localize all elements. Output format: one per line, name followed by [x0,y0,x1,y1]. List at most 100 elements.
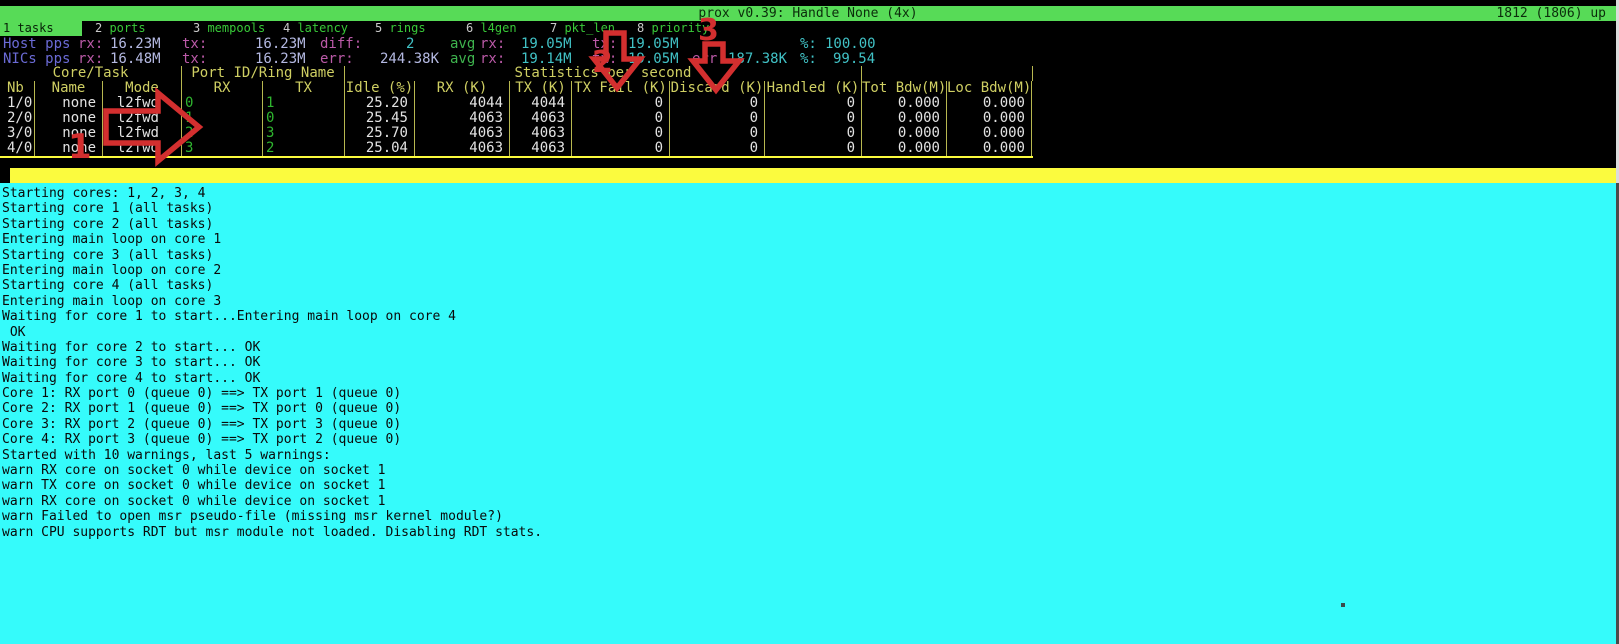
table-cell: 0.000 [947,126,1032,141]
log-line: Waiting for core 4 to start... OK [0,371,1616,386]
table-cell: 25.04 [345,141,415,156]
log-line: Entering main loop on core 2 [0,263,1616,278]
group-header-cell: Core/Task [0,66,182,81]
tab-priority[interactable]: 8 priority [637,21,709,36]
table-header-row: NbNameModeRXTXIdle (%)RX (K)TX (K)TX Fai… [0,81,1033,96]
log-line: Waiting for core 3 to start... OK [0,355,1616,370]
stat-segment: rx: [78,37,103,52]
table-cell: 4063 [510,141,572,156]
table-cell: 0.000 [862,96,947,111]
log-output: Starting cores: 1, 2, 3, 4Starting core … [0,183,1616,644]
tab-label: rings [382,21,425,35]
table-cell: none [35,141,103,156]
stat-segment: diff: [320,37,362,52]
table-cell: 2 [263,141,345,156]
table-cell: 0.000 [947,111,1032,126]
divider-bar [0,168,1616,183]
table-cell: 0 [670,141,765,156]
tab-bar: 1 tasks 2 ports 3 mempools 4 latency 5 rings… [0,21,1616,36]
column-header-cell: Mode [103,81,182,96]
stat-segment: tx: [182,52,207,67]
table-cell: none [35,111,103,126]
group-header-cell [862,66,1033,81]
table-cell: 4063 [510,126,572,141]
table-cell: 3 [182,141,263,156]
tab-rings[interactable]: 5 rings [375,21,426,36]
column-header-cell: Discard (K) [670,81,765,96]
table-cell: 25.70 [345,126,415,141]
table-cell: 0 [263,111,345,126]
tab-label: pkt_len [557,21,615,35]
column-header-cell: Nb [0,81,35,96]
table-cell: 0 [572,126,670,141]
table-cell: 0.000 [862,141,947,156]
tab-label: priority [644,21,709,35]
table-cell: 0 [572,111,670,126]
stat-segment: %: [800,37,817,52]
column-header-cell: Loc Bdw(M) [947,81,1032,96]
stat-segment: tx: [592,52,617,67]
table-cell: none [35,126,103,141]
table-cell: 0 [182,96,263,111]
table-cell: 4063 [415,111,510,126]
nics-pps-statline: NICs ppsrx:16.48Mtx:16.23Merr:244.38Kavg… [0,52,1616,67]
table-cell: l2fwd [103,126,182,141]
log-line: warn CPU supports RDT but msr module not… [0,525,1616,540]
table-cell: 4044 [415,96,510,111]
log-line: Core 4: RX port 3 (queue 0) ==> TX port … [0,432,1616,447]
table-cell: 4044 [510,96,572,111]
stat-segment: err: [320,52,354,67]
table-row: 2/0nonel2fwd1025.45406340630000.0000.000 [0,111,1033,126]
table-cell: 0 [670,96,765,111]
log-line: Waiting for core 2 to start... OK [0,340,1616,355]
tab-pkt_len[interactable]: 7 pkt_len [550,21,615,36]
table-cell: 0 [765,141,862,156]
stat-segment: 100.00 [825,37,876,52]
log-line: Starting core 4 (all tasks) [0,278,1616,293]
column-header-cell: TX [263,81,345,96]
log-line: Entering main loop on core 1 [0,232,1616,247]
title-bar: prox v0.39: Handle None (4x) 1812 (1806)… [0,6,1616,21]
screen-speck [1341,603,1345,607]
stat-segment: 244.38K [380,52,439,67]
column-header-cell: TX Fail (K) [572,81,670,96]
log-line: Core 1: RX port 0 (queue 0) ==> TX port … [0,386,1616,401]
table-cell: 1 [182,111,263,126]
column-header-cell: TX (K) [510,81,572,96]
table-cell: 0.000 [862,111,947,126]
log-line: Starting core 2 (all tasks) [0,217,1616,232]
log-line: Starting core 1 (all tasks) [0,201,1616,216]
table-row: 4/0nonel2fwd3225.04406340630000.0000.000 [0,141,1033,156]
table-cell: 25.20 [345,96,415,111]
stat-segment: Host pps [3,37,70,52]
log-line: warn RX core on socket 0 while device on… [0,463,1616,478]
tab-l4gen[interactable]: 6 l4gen [466,21,517,36]
tab-latency[interactable]: 4 latency [283,21,348,36]
group-header-cell: Port ID/Ring Name [182,66,345,81]
table-cell: l2fwd [103,141,182,156]
table-cell: 4063 [415,126,510,141]
table-cell: 0 [765,126,862,141]
tab-ports[interactable]: 2 ports [95,21,146,36]
stat-segment: NICs pps [3,52,70,67]
column-header-cell: RX (K) [415,81,510,96]
table-cell: 4063 [415,141,510,156]
stat-segment: 19.14M [521,52,572,67]
stat-segment: tx: [182,37,207,52]
stat-segment: avg [450,52,475,67]
table-cell: 0 [572,96,670,111]
log-line: Starting core 3 (all tasks) [0,248,1616,263]
tab-mempools[interactable]: 3 mempools [193,21,265,36]
table-group-header-row: Core/TaskPort ID/Ring NameStatistics per… [0,66,1033,81]
tab-label: ports [102,21,145,35]
table-cell: 3/0 [0,126,35,141]
table-cell: 1 [263,96,345,111]
log-line: Waiting for core 1 to start...Entering m… [0,309,1616,324]
tab-tasks[interactable]: 1 tasks [0,21,82,36]
column-header-cell: Name [35,81,103,96]
table-row: 1/0nonel2fwd0125.20404440440000.0000.000 [0,96,1033,111]
table-cell: l2fwd [103,111,182,126]
tab-label: mempools [200,21,265,35]
stat-segment: 16.48M [110,52,161,67]
stat-segment: rx: [480,37,505,52]
